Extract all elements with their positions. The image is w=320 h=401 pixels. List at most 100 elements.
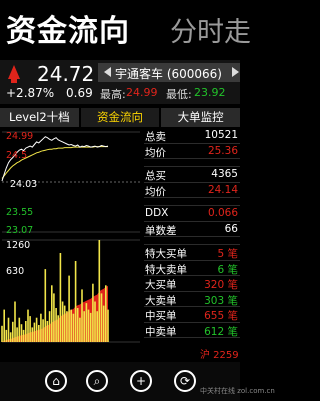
stat-value: 320 笔	[204, 279, 238, 291]
stat-row: 中买单 655 笔	[144, 307, 240, 323]
stat-row: 总卖 10521	[144, 128, 240, 144]
add-icon[interactable]: +	[130, 370, 152, 392]
stat-value: 655 笔	[204, 310, 238, 322]
volume-bar	[81, 289, 83, 342]
volume-bar	[61, 301, 64, 342]
volume-bar	[76, 308, 79, 342]
stat-value: 24.14	[207, 183, 238, 196]
volume-bar	[87, 309, 90, 342]
stat-row: 总买 4365	[144, 167, 240, 183]
stat-label: 特大买单	[145, 248, 187, 260]
volume-label-max: 1260	[6, 240, 31, 251]
volume-bar	[9, 332, 12, 342]
stat-label: 大卖单	[145, 294, 177, 307]
stat-row	[144, 237, 240, 245]
change-amount: 0.69	[66, 86, 93, 100]
high-value: 24.99	[126, 86, 158, 99]
stat-label: 总买	[145, 170, 166, 182]
tab-bar: Level2十档 资金流向 大单监控	[0, 108, 241, 127]
volume-bar	[20, 324, 23, 342]
stat-label: 中买单	[145, 310, 177, 322]
stat-label: 总卖	[145, 131, 166, 143]
volume-bar	[83, 311, 85, 342]
stat-label: 均价	[145, 185, 166, 198]
stat-row: 特大买单 5 笔	[144, 245, 240, 261]
search-icon[interactable]: ⌕	[86, 370, 108, 392]
refresh-icon[interactable]: ⟳	[174, 370, 196, 392]
low-label: 最低:	[166, 88, 192, 101]
volume-bar	[1, 325, 3, 342]
stat-value: 303 笔	[204, 294, 238, 307]
stat-row: 均价 24.14	[144, 183, 240, 198]
stat-row	[144, 198, 240, 206]
stat-value: 4365	[211, 168, 238, 180]
up-arrow-icon	[8, 65, 20, 79]
volume-label-mid: 630	[6, 266, 25, 277]
tab-level2[interactable]: Level2十档	[0, 108, 79, 127]
stat-row: 特大卖单 6 笔	[144, 261, 240, 276]
y-label-4: 23.55	[6, 207, 34, 218]
index-note: 沪 2259	[200, 350, 239, 361]
page-title: 资金流向	[6, 14, 130, 49]
home-icon[interactable]: ⌂	[45, 370, 67, 392]
volume-bar	[44, 269, 47, 342]
stat-label: DDX	[145, 207, 169, 219]
change-percent: +2.87%	[6, 86, 55, 100]
next-stock-icon[interactable]	[232, 67, 239, 77]
tab-fund-flow[interactable]: 资金流向	[80, 108, 160, 127]
volume-bar	[31, 327, 34, 342]
volume-bar	[63, 305, 66, 342]
volume-bar	[59, 253, 62, 342]
volume-bar	[107, 309, 109, 342]
fund-flow-table: 总卖 10521 均价 25.36 总买 4365 均价 24.14 DDX 0.066 单数差 66…	[144, 128, 240, 338]
volume-bar	[5, 329, 8, 342]
volume-bar	[27, 309, 29, 342]
stat-value: 66	[224, 222, 238, 235]
volume-bar	[51, 285, 53, 342]
stock-name: 宇通客车 (600066)	[115, 67, 222, 81]
stat-value: 25.36	[207, 144, 238, 157]
stat-label: 均价	[145, 146, 166, 159]
volume-bar	[48, 311, 51, 342]
volume-bar	[53, 293, 55, 342]
current-price: 24.72	[37, 62, 95, 86]
prev-stock-icon[interactable]	[104, 67, 111, 77]
volume-bar	[40, 313, 42, 342]
volume-bar	[105, 285, 107, 342]
volume-bar	[57, 315, 59, 342]
volume-bar	[66, 311, 68, 342]
volume-bar	[98, 240, 101, 342]
stat-row: 单数差 66	[144, 222, 240, 237]
volume-bar	[89, 312, 92, 342]
volume-bar	[22, 329, 25, 342]
stat-row	[144, 159, 240, 167]
volume-bar	[46, 321, 49, 342]
volume-bar	[74, 261, 77, 342]
volume-bar	[12, 321, 14, 342]
volume-bar	[85, 303, 88, 342]
next-pivot-title[interactable]: 分时走	[170, 10, 251, 49]
volume-bar	[100, 293, 103, 342]
volume-bar	[3, 309, 5, 342]
tab-big-order[interactable]: 大单监控	[161, 108, 241, 127]
stat-value: 612 笔	[204, 325, 238, 338]
stat-row: 中卖单 612 笔	[144, 323, 240, 338]
volume-bar	[14, 301, 16, 342]
stat-value: 6 笔	[217, 263, 238, 276]
volume-bar	[92, 283, 94, 342]
y-label-mid: 24.03	[10, 179, 38, 190]
volume-bar	[94, 301, 96, 342]
stat-row: 大卖单 303 笔	[144, 292, 240, 307]
stat-row: 大买单 320 笔	[144, 276, 240, 292]
stat-row: 均价 25.36	[144, 144, 240, 159]
high-label: 最高:	[100, 88, 126, 101]
stat-row: DDX 0.066	[144, 206, 240, 222]
stat-label: 单数差	[145, 224, 177, 237]
volume-bar	[18, 317, 21, 342]
volume-bar	[7, 317, 10, 342]
stat-value: 5 笔	[217, 248, 238, 260]
volume-bar	[68, 275, 70, 342]
y-label-high: 24.99	[6, 131, 34, 142]
stat-label: 大买单	[145, 279, 177, 291]
volume-bar	[72, 313, 75, 342]
